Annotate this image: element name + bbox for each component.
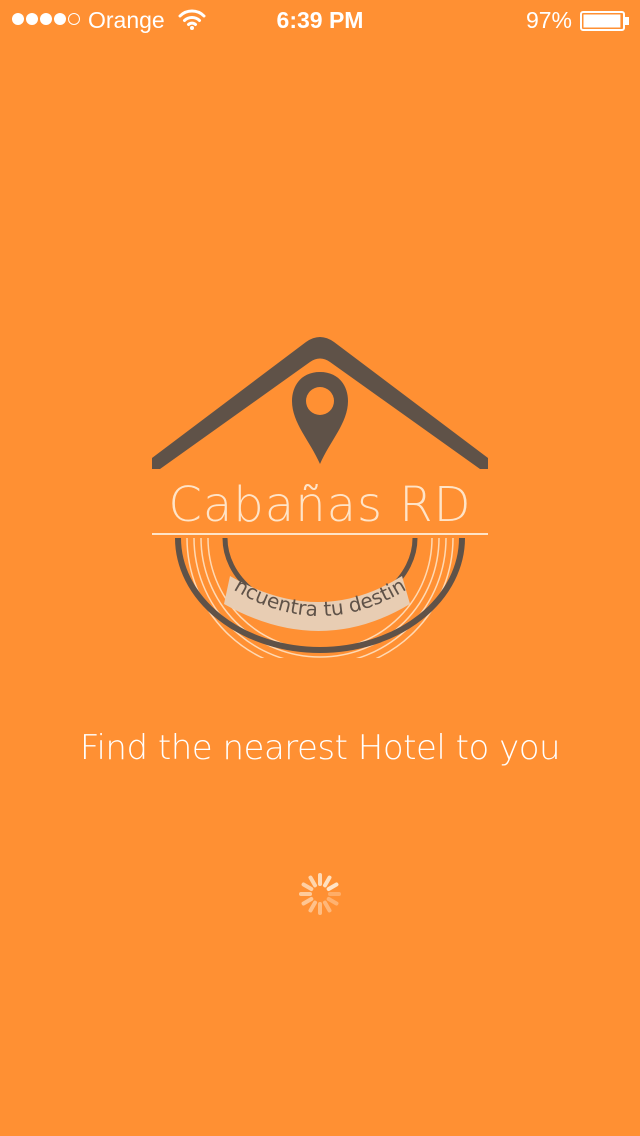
tagline: Find the nearest Hotel to you bbox=[79, 728, 561, 768]
loading-spinner-icon bbox=[299, 873, 341, 915]
spinner-tick bbox=[326, 882, 339, 891]
status-bar: Orange 6:39 PM 97% bbox=[0, 0, 640, 40]
spinner-tick bbox=[326, 897, 339, 906]
spinner-tick bbox=[301, 882, 314, 891]
battery-percentage: 97% bbox=[525, 7, 572, 33]
battery-icon bbox=[580, 11, 629, 31]
spinner-tick bbox=[308, 900, 317, 913]
app-logo: Cabañas RD encuentra tu destino bbox=[140, 328, 500, 658]
spinner-tick bbox=[323, 900, 332, 913]
location-pin-icon bbox=[292, 372, 348, 464]
spinner-tick bbox=[308, 875, 317, 888]
spinner-tick bbox=[301, 897, 314, 906]
spinner-tick bbox=[323, 875, 332, 888]
brand-name: Cabañas RD bbox=[168, 477, 471, 533]
